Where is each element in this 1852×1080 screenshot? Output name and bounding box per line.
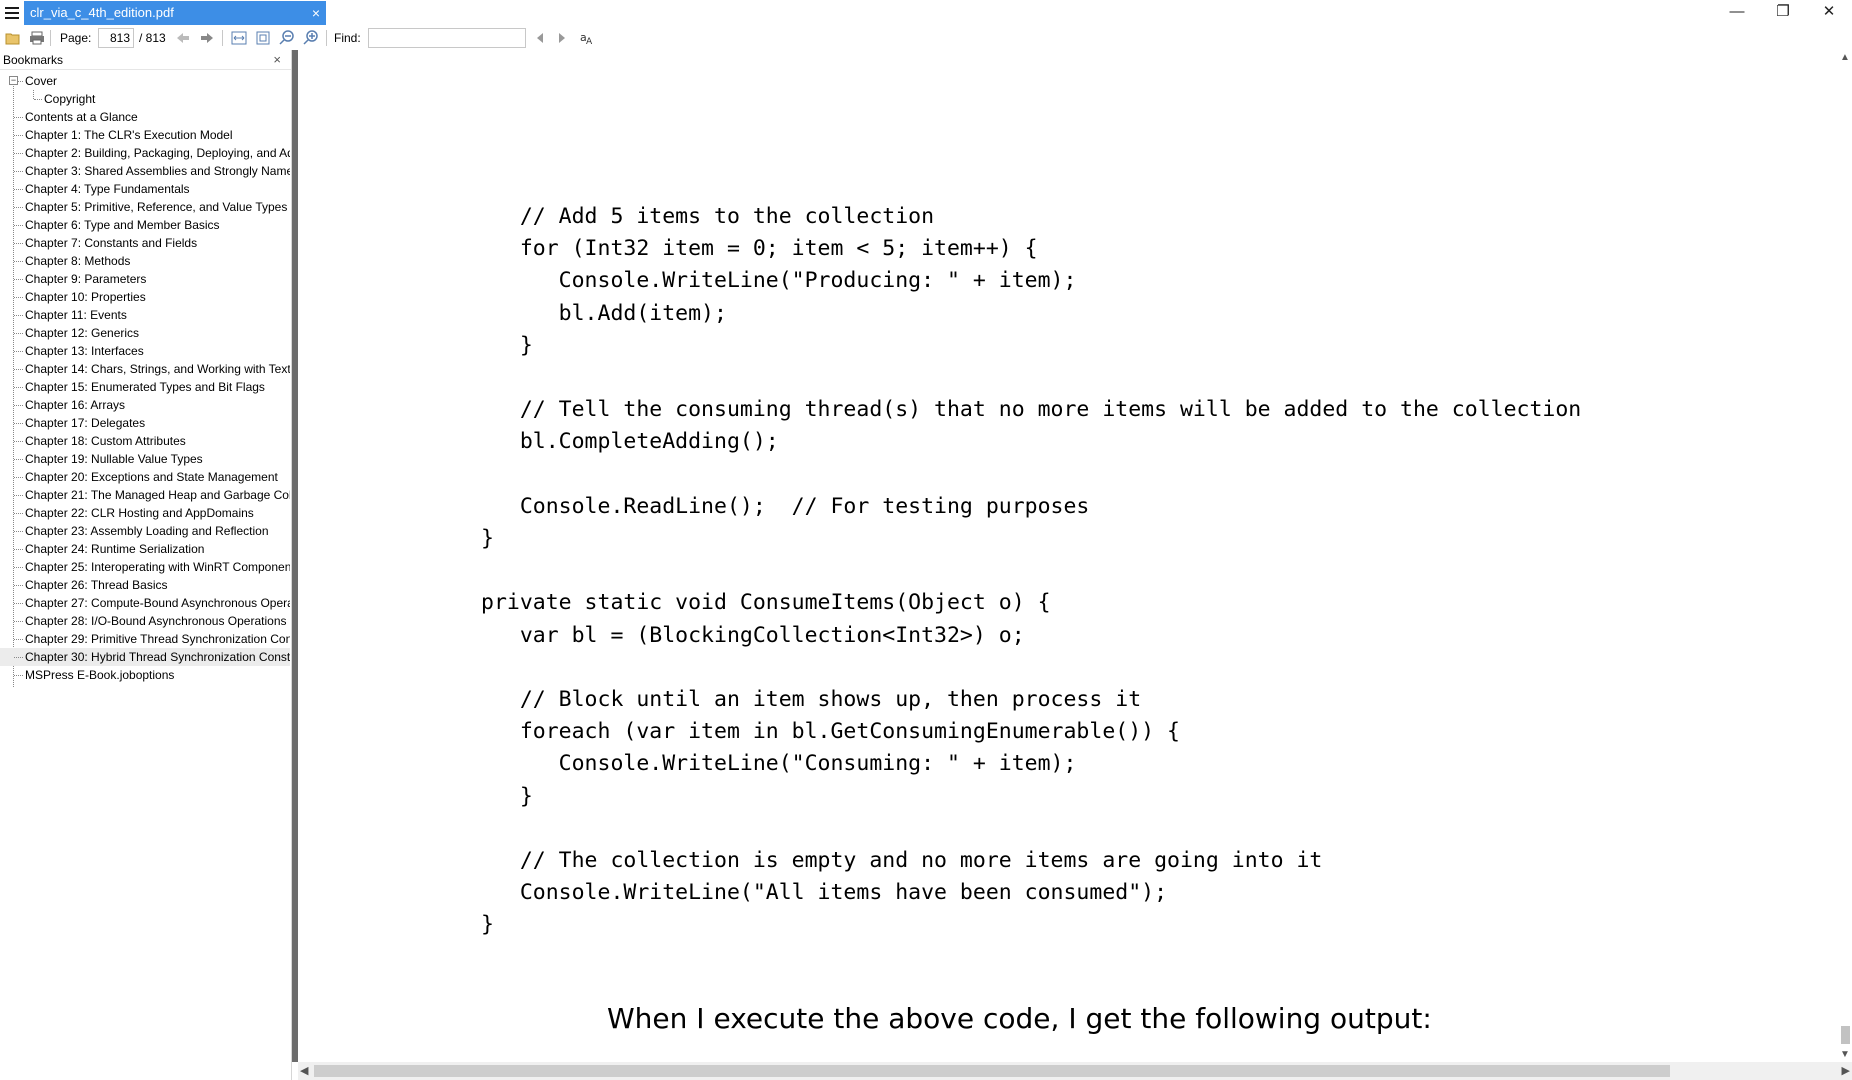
bookmark-item[interactable]: Copyright [0,90,290,108]
bookmark-item[interactable]: Chapter 15: Enumerated Types and Bit Fla… [0,378,290,396]
close-panel-icon[interactable]: × [273,50,281,70]
code-line: Console.ReadLine(); // For testing purpo… [481,493,1090,519]
bookmark-item[interactable]: Chapter 25: Interoperating with WinRT Co… [0,558,290,576]
code-line: for (Int32 item = 0; item < 5; item++) { [481,236,1038,262]
horizontal-scrollbar[interactable]: ◀ ▶ [298,1062,1852,1080]
bookmark-item[interactable]: Chapter 30: Hybrid Thread Synchronizatio… [0,648,290,666]
body-paragraph: When I execute the above code, I get the… [607,1002,1432,1035]
close-tab-icon[interactable]: × [312,1,320,25]
bookmark-item[interactable]: Chapter 26: Thread Basics [0,576,290,594]
close-window-button[interactable]: ✕ [1806,0,1852,26]
bookmark-item[interactable]: Chapter 12: Generics [0,324,290,342]
bookmark-item[interactable]: Chapter 28: I/O-Bound Asynchronous Opera… [0,612,290,630]
code-line: } [481,332,533,358]
bookmark-item[interactable]: Chapter 10: Properties [0,288,290,306]
vertical-scrollbar[interactable]: ▲ ▼ [1838,50,1852,1062]
bookmark-item[interactable]: Contents at a Glance [0,108,290,126]
code-line: private static void ConsumeItems(Object … [481,590,1051,616]
code-line: Console.WriteLine("Producing: " + item); [481,268,1077,294]
bookmark-item[interactable]: Chapter 9: Parameters [0,270,290,288]
bookmarks-panel: Bookmarks × − Cover Copyright Contents at … [0,50,292,1080]
bookmark-item[interactable]: Chapter 22: CLR Hosting and AppDomains [0,504,290,522]
bookmarks-title: Bookmarks [3,53,64,67]
scroll-right-icon[interactable]: ▶ [1842,1064,1850,1077]
pdf-page-view: // Add 5 items to the collection for (In… [298,50,1838,1062]
minimize-button[interactable]: — [1714,0,1760,26]
code-line: } [481,526,494,551]
bookmark-item[interactable]: Chapter 20: Exceptions and State Managem… [0,468,290,486]
vertical-scroll-thumb[interactable] [1841,1026,1850,1044]
match-case-icon[interactable]: aA [578,29,596,47]
bookmark-item[interactable]: Chapter 5: Primitive, Reference, and Val… [0,198,290,216]
bookmark-item[interactable]: Chapter 14: Chars, Strings, and Working … [0,360,290,378]
toolbar-separator [50,30,51,46]
horizontal-scroll-thumb[interactable] [314,1065,1670,1077]
find-previous-icon[interactable] [531,29,549,47]
page-label: Page: [60,31,92,45]
restore-button[interactable]: ❐ [1760,0,1806,26]
bookmarks-header: Bookmarks × [0,50,291,70]
toolbar-separator [222,30,223,46]
code-line: } [481,912,494,938]
toolbar-separator [326,30,327,46]
code-line: Console.WriteLine("All items have been c… [481,880,1168,906]
bookmark-item[interactable]: Chapter 13: Interfaces [0,342,290,360]
bookmark-item[interactable]: Chapter 11: Events [0,306,290,324]
total-pages: / 813 [139,31,166,45]
open-folder-icon[interactable] [4,29,22,47]
scroll-left-icon[interactable]: ◀ [300,1064,308,1077]
bookmark-item[interactable]: Chapter 19: Nullable Value Types [0,450,290,468]
bookmark-item[interactable]: Chapter 23: Assembly Loading and Reflect… [0,522,290,540]
bookmark-tree: − Cover Copyright Contents at a Glance Chap… [0,72,292,687]
code-line: Console.WriteLine("Consuming: " + item); [481,751,1077,777]
svg-text:A: A [586,37,593,46]
bookmark-item[interactable]: Chapter 3: Shared Assemblies and Strongl… [0,162,290,180]
page-number-input[interactable]: 813 [98,28,134,48]
code-line: } [481,783,533,809]
bookmark-item[interactable]: Chapter 4: Type Fundamentals [0,180,290,198]
title-bar: clr_via_c_4th_edition.pdf × — ❐ ✕ [0,0,1852,26]
bookmark-item[interactable]: Cover [0,72,290,90]
zoom-out-icon[interactable] [278,29,296,47]
code-line: // Tell the consuming thread(s) that no … [481,397,1582,423]
previous-page-icon[interactable] [174,29,192,47]
find-next-icon[interactable] [553,29,571,47]
find-input[interactable] [368,28,526,48]
zoom-in-icon[interactable] [302,29,320,47]
code-line: // Add 5 items to the collection [481,204,935,229]
bookmark-item[interactable]: Chapter 8: Methods [0,252,290,270]
bookmark-item[interactable]: Chapter 29: Primitive Thread Synchroniza… [0,630,290,648]
next-page-icon[interactable] [198,29,216,47]
hamburger-menu-icon[interactable] [4,5,20,21]
print-icon[interactable] [28,29,46,47]
code-line: var bl = (BlockingCollection<Int32>) o; [481,622,1025,648]
bookmark-item[interactable]: MSPress E-Book.joboptions [0,666,290,684]
toolbar: Page: 813 / 813 Find: aA [0,26,1852,50]
bookmark-item[interactable]: Chapter 21: The Managed Heap and Garbage… [0,486,290,504]
bookmark-item[interactable]: Chapter 7: Constants and Fields [0,234,290,252]
scroll-up-icon[interactable]: ▲ [1840,52,1850,63]
bookmark-item[interactable]: Chapter 2: Building, Packaging, Deployin… [0,144,290,162]
bookmark-item[interactable]: Chapter 24: Runtime Serialization [0,540,290,558]
bookmark-item[interactable]: Chapter 27: Compute-Bound Asynchronous O… [0,594,290,612]
bookmark-item[interactable]: Chapter 6: Type and Member Basics [0,216,290,234]
document-tab-title: clr_via_c_4th_edition.pdf [30,5,174,20]
code-line: // Block until an item shows up, then pr… [481,687,1142,712]
document-tab[interactable]: clr_via_c_4th_edition.pdf × [24,1,326,25]
collapse-icon[interactable]: − [9,76,18,85]
find-label: Find: [334,31,361,45]
fit-width-icon[interactable] [230,29,248,47]
bookmark-item[interactable]: Chapter 18: Custom Attributes [0,432,290,450]
bookmark-item[interactable]: Chapter 1: The CLR's Execution Model [0,126,290,144]
code-line: foreach (var item in bl.GetConsumingEnum… [481,719,1180,745]
code-line: // The collection is empty and no more i… [481,848,1323,873]
bookmark-item[interactable]: Chapter 16: Arrays [0,396,290,414]
fit-page-icon[interactable] [254,29,272,47]
scroll-down-icon[interactable]: ▼ [1840,1049,1850,1060]
code-line: bl.CompleteAdding(); [481,429,779,455]
code-line: bl.Add(item); [481,300,727,326]
bookmark-item[interactable]: Chapter 17: Delegates [0,414,290,432]
